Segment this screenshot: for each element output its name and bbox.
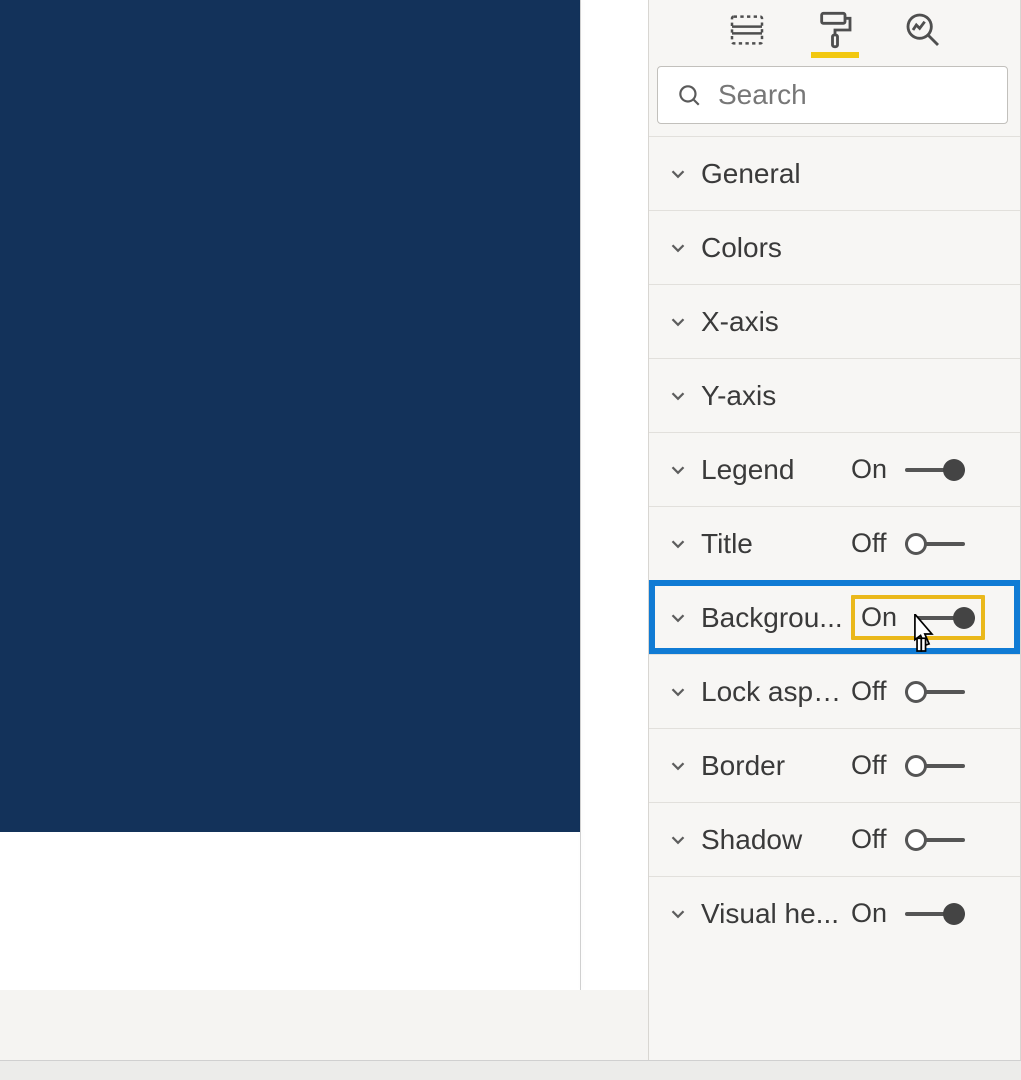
- search-box[interactable]: [657, 66, 1008, 124]
- toggle-state-label: Off: [851, 676, 895, 707]
- toggle-state-label: Off: [851, 528, 895, 559]
- section-y-axis[interactable]: Y-axis: [649, 358, 1020, 432]
- section-colors[interactable]: Colors: [649, 210, 1020, 284]
- panel-tabs: [649, 0, 1020, 60]
- canvas-edge: [580, 0, 581, 990]
- toggle-switch[interactable]: [905, 829, 965, 851]
- toggle-state-label: Off: [851, 750, 895, 781]
- search-input[interactable]: [718, 79, 989, 111]
- format-panel: General Colors X-axis Y-axis Legend On T…: [648, 0, 1021, 1060]
- chevron-down-icon: [667, 533, 689, 555]
- toggle-shadow[interactable]: Off: [851, 824, 965, 855]
- chevron-down-icon: [667, 237, 689, 259]
- toggle-switch[interactable]: [905, 755, 965, 777]
- section-label: Lock aspe...: [701, 676, 851, 708]
- toggle-state-label: On: [851, 898, 895, 929]
- section-general[interactable]: General: [649, 136, 1020, 210]
- chevron-down-icon: [667, 311, 689, 333]
- chevron-down-icon: [667, 903, 689, 925]
- status-strip: [0, 1060, 1021, 1080]
- chevron-down-icon: [667, 459, 689, 481]
- toggle-state-label: On: [861, 602, 905, 633]
- section-x-axis[interactable]: X-axis: [649, 284, 1020, 358]
- toggle-legend[interactable]: On: [851, 454, 965, 485]
- chevron-down-icon: [667, 755, 689, 777]
- toggle-switch[interactable]: [905, 681, 965, 703]
- section-background[interactable]: Backgrou... On: [649, 580, 1020, 654]
- toggle-visual-header[interactable]: On: [851, 898, 965, 929]
- toggle-lock-aspect[interactable]: Off: [851, 676, 965, 707]
- section-legend[interactable]: Legend On: [649, 432, 1020, 506]
- chevron-down-icon: [667, 829, 689, 851]
- section-label: Title: [701, 528, 851, 560]
- toggle-border[interactable]: Off: [851, 750, 965, 781]
- report-canvas[interactable]: [0, 0, 648, 990]
- format-tab[interactable]: [813, 8, 857, 52]
- section-border[interactable]: Border Off: [649, 728, 1020, 802]
- toggle-switch[interactable]: [905, 459, 965, 481]
- toggle-switch[interactable]: [905, 533, 965, 555]
- section-title[interactable]: Title Off: [649, 506, 1020, 580]
- section-lock-aspect[interactable]: Lock aspe... Off: [649, 654, 1020, 728]
- toggle-title[interactable]: Off: [851, 528, 965, 559]
- analytics-icon: [903, 10, 943, 50]
- section-visual-header[interactable]: Visual he... On: [649, 876, 1020, 950]
- toggle-state-label: Off: [851, 824, 895, 855]
- fields-icon: [727, 10, 767, 50]
- section-label: General: [701, 158, 851, 190]
- toggle-state-label: On: [851, 454, 895, 485]
- section-label: Backgrou...: [701, 602, 851, 634]
- fields-tab[interactable]: [725, 8, 769, 52]
- analytics-tab[interactable]: [901, 8, 945, 52]
- chevron-down-icon: [667, 681, 689, 703]
- chevron-down-icon: [667, 163, 689, 185]
- visual-background[interactable]: [0, 0, 580, 832]
- section-label: Border: [701, 750, 851, 782]
- cursor-pointer-icon: [905, 614, 939, 654]
- section-label: Legend: [701, 454, 851, 486]
- section-label: X-axis: [701, 306, 851, 338]
- section-label: Colors: [701, 232, 851, 264]
- section-label: Shadow: [701, 824, 851, 856]
- section-shadow[interactable]: Shadow Off: [649, 802, 1020, 876]
- chevron-down-icon: [667, 385, 689, 407]
- toggle-switch[interactable]: [905, 903, 965, 925]
- chevron-down-icon: [667, 607, 689, 629]
- search-container: [649, 60, 1020, 136]
- paint-roller-icon: [815, 10, 855, 50]
- section-label: Visual he...: [701, 898, 851, 930]
- search-icon: [676, 82, 702, 108]
- section-label: Y-axis: [701, 380, 851, 412]
